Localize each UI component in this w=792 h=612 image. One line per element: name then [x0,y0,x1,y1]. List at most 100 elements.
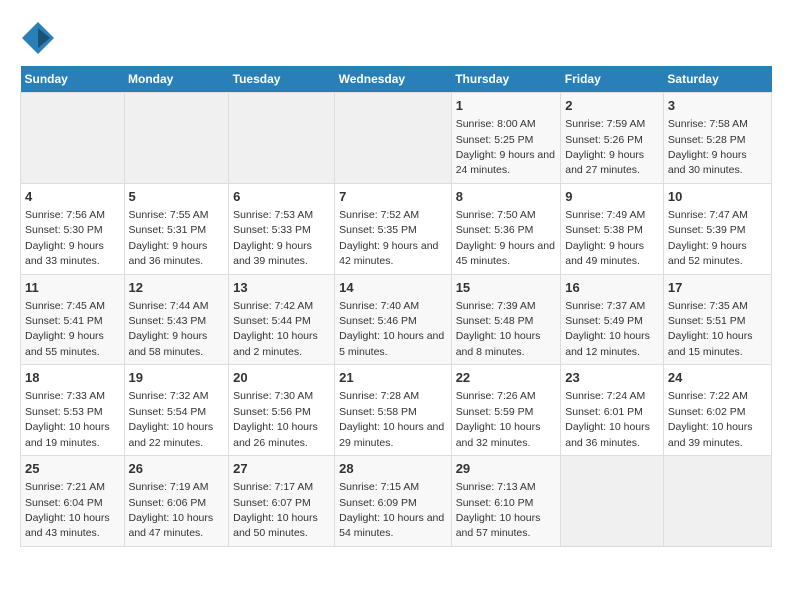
day-daylight: Daylight: 9 hours and 24 minutes. [456,149,555,176]
day-daylight: Daylight: 10 hours and 8 minutes. [456,330,541,357]
calendar-cell: 25 Sunrise: 7:21 AM Sunset: 6:04 PM Dayl… [21,456,125,547]
day-sunrise: Sunrise: 7:58 AM [668,118,748,130]
col-tuesday: Tuesday [229,66,335,93]
day-number: 5 [129,188,225,206]
week-row-2: 11 Sunrise: 7:45 AM Sunset: 5:41 PM Dayl… [21,274,772,365]
calendar-cell: 9 Sunrise: 7:49 AM Sunset: 5:38 PM Dayli… [561,183,664,274]
day-daylight: Daylight: 9 hours and 55 minutes. [25,330,104,357]
day-number: 27 [233,460,330,478]
day-daylight: Daylight: 10 hours and 15 minutes. [668,330,753,357]
day-sunset: Sunset: 6:06 PM [129,497,207,509]
day-sunset: Sunset: 5:31 PM [129,224,207,236]
day-sunrise: Sunrise: 7:59 AM [565,118,645,130]
day-sunset: Sunset: 6:07 PM [233,497,311,509]
calendar-cell: 19 Sunrise: 7:32 AM Sunset: 5:54 PM Dayl… [124,365,229,456]
day-sunset: Sunset: 5:39 PM [668,224,746,236]
day-number: 1 [456,97,557,115]
calendar-cell: 4 Sunrise: 7:56 AM Sunset: 5:30 PM Dayli… [21,183,125,274]
day-sunrise: Sunrise: 7:53 AM [233,209,313,221]
day-number: 4 [25,188,120,206]
day-number: 14 [339,279,447,297]
day-daylight: Daylight: 9 hours and 49 minutes. [565,240,644,267]
day-number: 16 [565,279,659,297]
day-sunrise: Sunrise: 7:42 AM [233,300,313,312]
day-sunrise: Sunrise: 7:37 AM [565,300,645,312]
day-number: 26 [129,460,225,478]
week-row-1: 4 Sunrise: 7:56 AM Sunset: 5:30 PM Dayli… [21,183,772,274]
calendar-cell: 27 Sunrise: 7:17 AM Sunset: 6:07 PM Dayl… [229,456,335,547]
day-sunset: Sunset: 5:26 PM [565,134,643,146]
day-number: 8 [456,188,557,206]
day-number: 15 [456,279,557,297]
calendar-cell [335,93,452,184]
calendar-cell: 29 Sunrise: 7:13 AM Sunset: 6:10 PM Dayl… [451,456,561,547]
day-sunset: Sunset: 5:38 PM [565,224,643,236]
day-sunrise: Sunrise: 7:44 AM [129,300,209,312]
day-daylight: Daylight: 10 hours and 26 minutes. [233,421,318,448]
day-sunset: Sunset: 5:30 PM [25,224,103,236]
calendar-cell: 6 Sunrise: 7:53 AM Sunset: 5:33 PM Dayli… [229,183,335,274]
day-number: 2 [565,97,659,115]
calendar-cell [561,456,664,547]
day-daylight: Daylight: 10 hours and 47 minutes. [129,512,214,539]
calendar-cell: 18 Sunrise: 7:33 AM Sunset: 5:53 PM Dayl… [21,365,125,456]
day-sunrise: Sunrise: 7:13 AM [456,481,536,493]
day-sunrise: Sunrise: 7:56 AM [25,209,105,221]
day-sunset: Sunset: 5:35 PM [339,224,417,236]
day-number: 22 [456,369,557,387]
col-saturday: Saturday [663,66,771,93]
calendar-cell: 20 Sunrise: 7:30 AM Sunset: 5:56 PM Dayl… [229,365,335,456]
col-sunday: Sunday [21,66,125,93]
week-row-3: 18 Sunrise: 7:33 AM Sunset: 5:53 PM Dayl… [21,365,772,456]
calendar-cell: 21 Sunrise: 7:28 AM Sunset: 5:58 PM Dayl… [335,365,452,456]
day-daylight: Daylight: 10 hours and 57 minutes. [456,512,541,539]
logo-icon [20,20,56,56]
day-sunrise: Sunrise: 7:35 AM [668,300,748,312]
week-row-4: 25 Sunrise: 7:21 AM Sunset: 6:04 PM Dayl… [21,456,772,547]
calendar-cell: 13 Sunrise: 7:42 AM Sunset: 5:44 PM Dayl… [229,274,335,365]
day-number: 29 [456,460,557,478]
calendar-cell: 24 Sunrise: 7:22 AM Sunset: 6:02 PM Dayl… [663,365,771,456]
day-daylight: Daylight: 9 hours and 42 minutes. [339,240,438,267]
day-sunset: Sunset: 5:36 PM [456,224,534,236]
day-number: 7 [339,188,447,206]
day-sunset: Sunset: 6:01 PM [565,406,643,418]
calendar-cell: 17 Sunrise: 7:35 AM Sunset: 5:51 PM Dayl… [663,274,771,365]
col-wednesday: Wednesday [335,66,452,93]
day-daylight: Daylight: 9 hours and 36 minutes. [129,240,208,267]
day-daylight: Daylight: 10 hours and 36 minutes. [565,421,650,448]
day-sunrise: Sunrise: 7:47 AM [668,209,748,221]
day-sunset: Sunset: 5:41 PM [25,315,103,327]
day-daylight: Daylight: 10 hours and 54 minutes. [339,512,444,539]
day-sunset: Sunset: 6:04 PM [25,497,103,509]
day-number: 9 [565,188,659,206]
calendar-cell: 16 Sunrise: 7:37 AM Sunset: 5:49 PM Dayl… [561,274,664,365]
day-sunset: Sunset: 5:51 PM [668,315,746,327]
calendar-cell: 10 Sunrise: 7:47 AM Sunset: 5:39 PM Dayl… [663,183,771,274]
day-sunset: Sunset: 5:56 PM [233,406,311,418]
header-row: Sunday Monday Tuesday Wednesday Thursday… [21,66,772,93]
day-daylight: Daylight: 10 hours and 19 minutes. [25,421,110,448]
day-sunset: Sunset: 6:10 PM [456,497,534,509]
day-sunrise: Sunrise: 7:33 AM [25,390,105,402]
day-number: 11 [25,279,120,297]
calendar-header: Sunday Monday Tuesday Wednesday Thursday… [21,66,772,93]
day-daylight: Daylight: 10 hours and 5 minutes. [339,330,444,357]
calendar-cell: 11 Sunrise: 7:45 AM Sunset: 5:41 PM Dayl… [21,274,125,365]
day-sunrise: Sunrise: 7:24 AM [565,390,645,402]
day-daylight: Daylight: 10 hours and 50 minutes. [233,512,318,539]
calendar-cell: 22 Sunrise: 7:26 AM Sunset: 5:59 PM Dayl… [451,365,561,456]
calendar-cell [21,93,125,184]
day-number: 21 [339,369,447,387]
day-sunset: Sunset: 5:43 PM [129,315,207,327]
day-daylight: Daylight: 10 hours and 2 minutes. [233,330,318,357]
day-sunset: Sunset: 5:46 PM [339,315,417,327]
day-sunrise: Sunrise: 7:22 AM [668,390,748,402]
day-daylight: Daylight: 10 hours and 39 minutes. [668,421,753,448]
day-daylight: Daylight: 9 hours and 58 minutes. [129,330,208,357]
calendar-cell: 8 Sunrise: 7:50 AM Sunset: 5:36 PM Dayli… [451,183,561,274]
week-row-0: 1 Sunrise: 8:00 AM Sunset: 5:25 PM Dayli… [21,93,772,184]
day-daylight: Daylight: 9 hours and 39 minutes. [233,240,312,267]
day-sunrise: Sunrise: 7:30 AM [233,390,313,402]
calendar-cell: 28 Sunrise: 7:15 AM Sunset: 6:09 PM Dayl… [335,456,452,547]
